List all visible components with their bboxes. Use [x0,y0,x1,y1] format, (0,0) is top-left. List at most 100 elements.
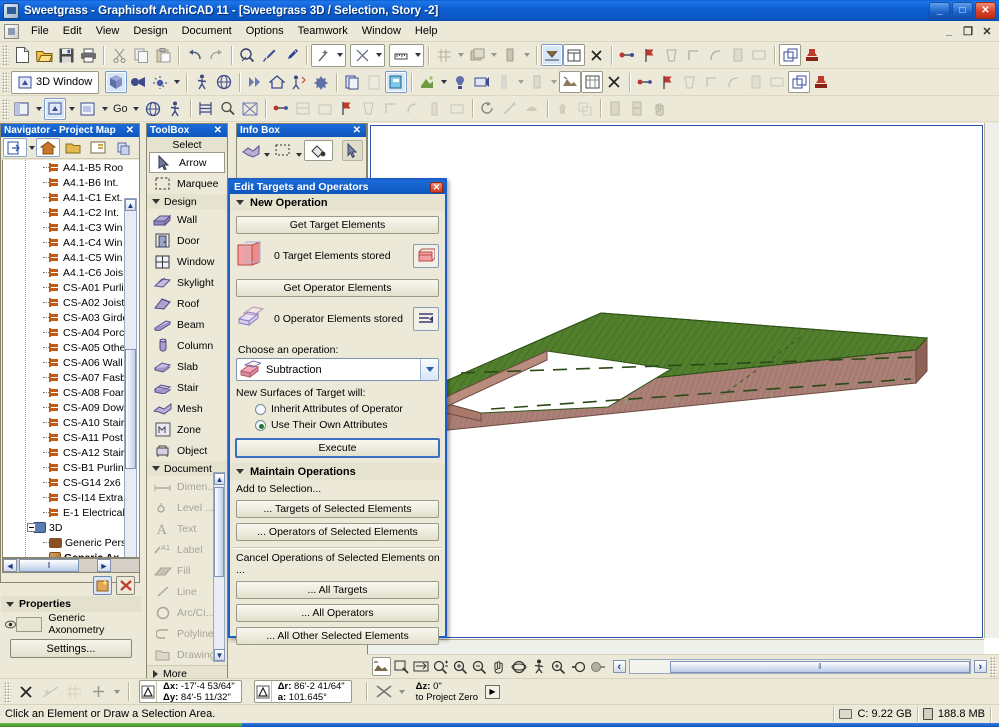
tree-item[interactable]: A4.1-C5 Win [3,250,139,265]
all-operators-button[interactable]: ... All Operators [236,604,439,622]
toolbox-item-object[interactable]: Object [147,440,227,461]
tree-item[interactable]: Generic Ax [3,550,139,558]
menu-item-help[interactable]: Help [408,23,445,39]
tree-item[interactable]: A4.1-C3 Win [3,220,139,235]
hscroll-thumb[interactable]: ‖ [19,559,79,572]
duplicate-icon[interactable] [574,98,596,120]
tree-item[interactable]: Generic Persp [3,535,139,550]
elevation-go-button[interactable]: ▶ [485,685,500,699]
column2-icon[interactable] [424,98,446,120]
highlight-operators-button[interactable] [413,307,439,331]
tree-item[interactable]: CS-A03 Girde [3,310,139,325]
3d-cut-dropdown-arrow[interactable] [548,71,559,93]
project-map-icon[interactable] [36,138,60,157]
mesh-tool-icon[interactable] [240,140,261,161]
arrow-pointer-icon[interactable] [342,140,363,161]
window3-icon[interactable] [766,71,788,93]
tree-item[interactable]: A4.1-C1 Ext. [3,190,139,205]
mdi-close-button[interactable]: ✕ [979,24,995,38]
flag-icon[interactable] [638,44,660,66]
coordbar-grip[interactable] [4,682,11,702]
prev-zoom-icon[interactable] [549,657,568,676]
grid-dropdown-arrow[interactable] [455,44,466,66]
globe2-icon[interactable] [142,98,164,120]
3d-viewport[interactable]: 12 34 [367,123,999,654]
radio-inherit-row[interactable]: Inherit Attributes of Operator [255,403,445,415]
solid2-icon[interactable] [678,71,700,93]
scroll-up-button[interactable]: ▲ [125,199,136,211]
solid3-icon[interactable] [358,98,380,120]
projector-icon[interactable] [471,71,493,93]
get-target-elements-button[interactable]: Get Target Elements [236,216,439,234]
dimension-icon[interactable] [541,44,563,66]
toolbox-group-header[interactable]: Design [147,194,227,209]
home-icon[interactable] [266,71,288,93]
sun-icon[interactable] [149,71,171,93]
delete-icon[interactable] [585,44,607,66]
flag2-icon[interactable] [656,71,678,93]
snap-off-icon[interactable] [15,681,37,702]
z-dropdown-arrow[interactable] [397,681,408,703]
seo2-icon[interactable] [788,71,810,93]
3d-view-icon[interactable] [44,98,66,120]
stamp-icon[interactable] [801,44,823,66]
cut-icon[interactable] [108,44,130,66]
cube-icon[interactable] [105,71,127,93]
magic-wand-dropdown-arrow[interactable] [334,44,345,66]
tree-item[interactable]: CS-A06 Wall [3,355,139,370]
split-combo[interactable] [350,44,385,67]
tree-item[interactable]: CS-A10 Stair [3,415,139,430]
viewport-hscroll-track[interactable]: ‖ [629,659,971,674]
menu-item-teamwork[interactable]: Teamwork [291,23,355,39]
tree-item[interactable]: E-1 Electrical [3,505,139,520]
radio-inherit[interactable] [255,404,266,415]
light-icon[interactable] [449,71,471,93]
coord-dropdown-arrow[interactable] [111,681,122,703]
elevation-dropdown-arrow[interactable] [99,98,110,120]
layout-book-icon[interactable] [86,138,110,157]
tree-item[interactable]: A4.1-C4 Win [3,235,139,250]
trace-icon[interactable] [499,44,521,66]
flip-icon[interactable] [521,98,543,120]
tree-item[interactable]: CS-A07 Fasb [3,370,139,385]
menu-item-document[interactable]: Document [175,23,239,39]
story-icon[interactable] [195,98,217,120]
window-prev-dropdown-arrow[interactable] [33,98,44,120]
publisher-icon[interactable] [111,138,135,157]
operation-dropdown-arrow[interactable] [420,359,438,380]
menu-item-window[interactable]: Window [355,23,408,39]
walk2-icon[interactable] [164,98,186,120]
new-icon[interactable] [11,44,33,66]
fill-pour-icon[interactable] [304,140,333,161]
navigator-close-icon[interactable]: ✕ [124,125,136,136]
edit-targets-operators-dialog[interactable]: Edit Targets and Operators ✕ New Operati… [228,178,447,638]
close-view-icon[interactable] [603,71,625,93]
pan-icon[interactable] [499,98,521,120]
toolbox-item-arrow[interactable]: Arrow [149,152,225,173]
paste-view-icon[interactable] [363,71,385,93]
door-toolbar-icon[interactable] [726,44,748,66]
mdi-restore-button[interactable]: ❐ [960,24,976,38]
layers-icon[interactable] [466,44,488,66]
tree-item[interactable]: CS-A11 Post [3,430,139,445]
viewport-hscroll-thumb[interactable]: ‖ [670,661,970,673]
new-operation-section-header[interactable]: New Operation [230,194,445,211]
tree-item[interactable]: CS-A04 Porcl [3,325,139,340]
mesh-tool-dropdown-arrow[interactable] [263,140,270,161]
seo-close-icon[interactable]: ✕ [430,182,443,193]
solid-icon[interactable] [660,44,682,66]
toolbox-item-column[interactable]: Column [147,335,227,356]
print-icon[interactable] [77,44,99,66]
properties-header[interactable]: Properties [1,596,141,612]
all-targets-button[interactable]: ... All Targets [236,581,439,599]
measure-dropdown-arrow[interactable] [412,44,423,66]
fit-in-window-icon[interactable] [411,657,430,676]
explode-icon[interactable] [310,71,332,93]
camera-icon[interactable] [127,71,149,93]
new-view-icon[interactable] [93,576,112,595]
tree-item[interactable]: CS-A01 Purlin [3,280,139,295]
tree-item[interactable]: A4.1-B5 Roo [3,160,139,175]
undo-icon[interactable] [183,44,205,66]
tree-item[interactable]: 3D [3,520,139,535]
snap-guide-icon[interactable] [39,681,61,702]
